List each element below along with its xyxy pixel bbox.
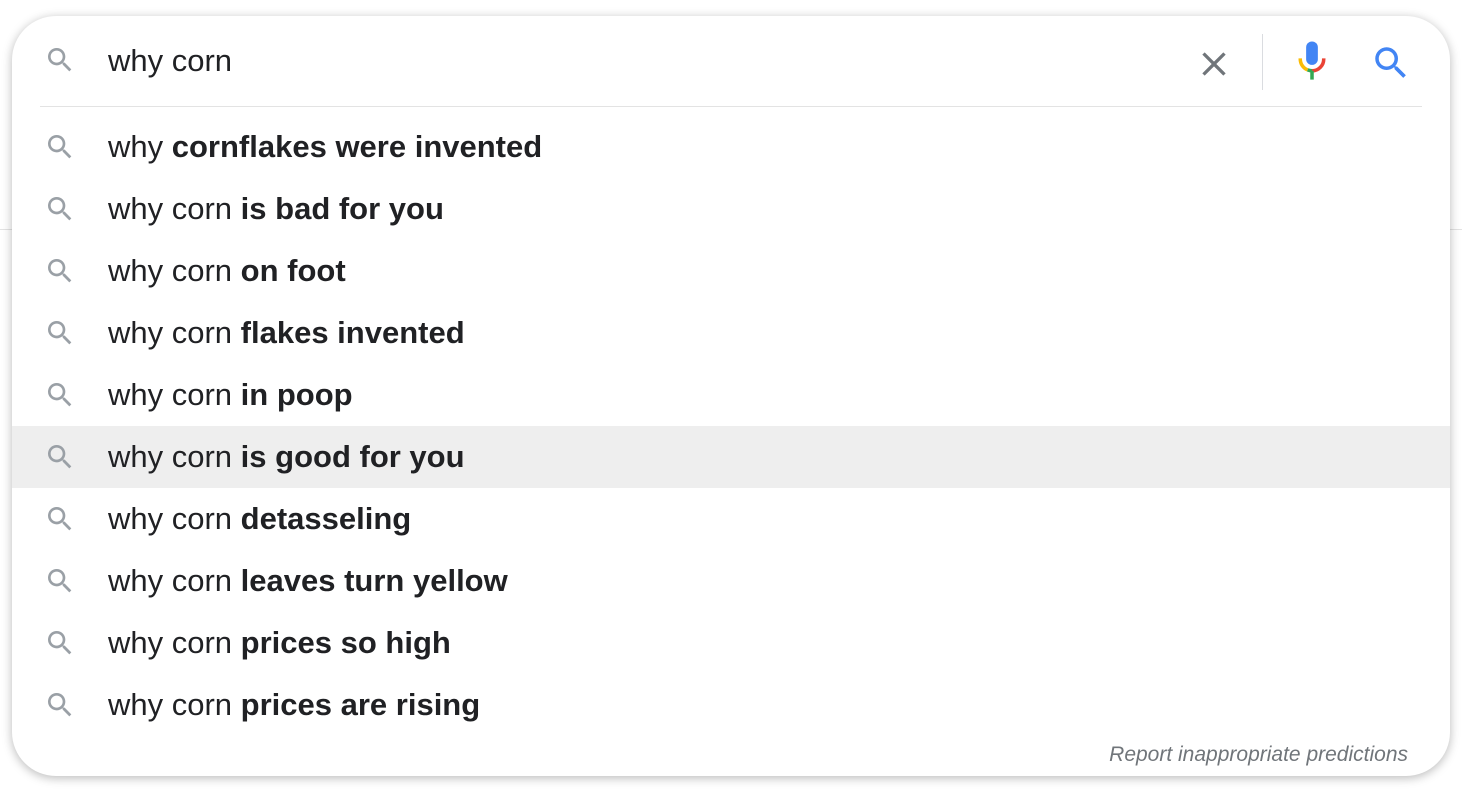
suggestion-text: why corn on foot: [108, 252, 346, 290]
suggestion-completion: is good for you: [240, 439, 465, 474]
suggestion-completion: cornflakes were invented: [171, 129, 543, 164]
search-submit-icon[interactable]: [1370, 42, 1412, 84]
search-icon: [44, 441, 76, 473]
microphone-icon[interactable]: [1294, 40, 1330, 84]
suggestion-text: why corn is bad for you: [108, 190, 444, 228]
suggestion-text: why cornflakes were invented: [108, 128, 542, 166]
suggestion-prefix: why: [108, 129, 172, 164]
close-icon[interactable]: [1194, 44, 1234, 84]
suggestion-prefix: why corn: [108, 625, 241, 660]
suggestion-completion: is bad for you: [240, 191, 444, 226]
suggestion-completion: prices are rising: [240, 687, 481, 722]
search-icon: [44, 379, 76, 411]
suggestion-prefix: why corn: [108, 687, 241, 722]
suggestion-prefix: why corn: [108, 439, 241, 474]
search-bar-underline: [40, 106, 1422, 107]
suggestion-prefix: why corn: [108, 315, 241, 350]
search-icon: [44, 627, 76, 659]
suggestion-completion: leaves turn yellow: [240, 563, 508, 598]
suggestion-item[interactable]: why cornflakes were invented: [12, 116, 1450, 178]
suggestion-text: why corn prices are rising: [108, 686, 480, 724]
suggestion-text: why corn prices so high: [108, 624, 451, 662]
search-icon: [44, 689, 76, 721]
suggestion-item[interactable]: why corn flakes invented: [12, 302, 1450, 364]
suggestion-prefix: why corn: [108, 377, 241, 412]
suggestion-prefix: why corn: [108, 501, 241, 536]
suggestion-item[interactable]: why corn prices so high: [12, 612, 1450, 674]
suggestion-text: why corn detasseling: [108, 500, 411, 538]
suggestion-completion: prices so high: [240, 625, 451, 660]
suggestion-item[interactable]: why corn prices are rising: [12, 674, 1450, 736]
suggestion-prefix: why corn: [108, 563, 241, 598]
suggestion-item[interactable]: why corn leaves turn yellow: [12, 550, 1450, 612]
search-icon: [44, 193, 76, 225]
search-bar-divider: [1262, 34, 1263, 90]
suggestion-completion: in poop: [240, 377, 353, 412]
suggestion-item[interactable]: why corn detasseling: [12, 488, 1450, 550]
suggestion-text: why corn leaves turn yellow: [108, 562, 508, 600]
search-bar: [12, 16, 1450, 108]
report-predictions-link[interactable]: Report inappropriate predictions: [1109, 743, 1408, 767]
suggestion-item[interactable]: why corn is good for you: [12, 426, 1450, 488]
suggestion-completion: detasseling: [240, 501, 412, 536]
search-input[interactable]: [108, 38, 1168, 84]
suggestion-item[interactable]: why corn on foot: [12, 240, 1450, 302]
suggestion-item[interactable]: why corn is bad for you: [12, 178, 1450, 240]
search-icon: [44, 131, 76, 163]
search-icon: [44, 317, 76, 349]
suggestion-completion: on foot: [240, 253, 346, 288]
suggestion-list: why cornflakes were invented why corn is…: [12, 116, 1450, 736]
search-icon: [44, 44, 76, 76]
suggestion-completion: flakes invented: [240, 315, 465, 350]
suggestion-text: why corn is good for you: [108, 438, 465, 476]
suggestion-text: why corn flakes invented: [108, 314, 465, 352]
suggestion-prefix: why corn: [108, 253, 241, 288]
suggestion-text: why corn in poop: [108, 376, 353, 414]
suggestion-prefix: why corn: [108, 191, 241, 226]
search-icon: [44, 255, 76, 287]
suggestion-item[interactable]: why corn in poop: [12, 364, 1450, 426]
search-icon: [44, 565, 76, 597]
search-icon: [44, 503, 76, 535]
search-autocomplete-panel: why cornflakes were invented why corn is…: [12, 16, 1450, 776]
